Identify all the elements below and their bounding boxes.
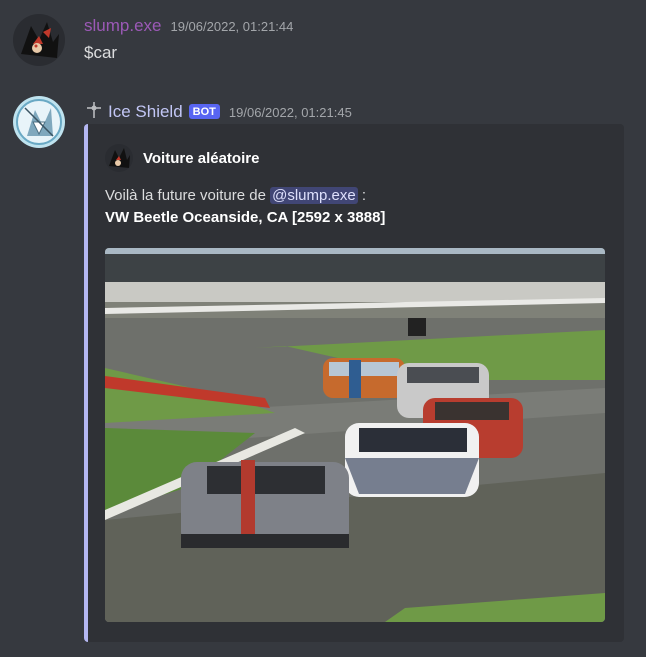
embed-desc-prefix: Voilà la future voiture de <box>105 187 271 204</box>
timestamp: 19/06/2022, 01:21:45 <box>228 105 352 120</box>
bot-avatar[interactable] <box>13 96 65 148</box>
embed-image[interactable] <box>105 248 605 622</box>
car-title: VW Beetle Oceanside, CA [2592 x 3888] <box>105 209 386 226</box>
username[interactable]: Ice Shield <box>108 102 183 122</box>
message-header: slump.exe 19/06/2022, 01:21:44 <box>84 16 293 36</box>
message-header: Ice Shield BOT 19/06/2022, 01:21:45 <box>84 97 352 122</box>
user-avatar[interactable] <box>13 14 65 66</box>
moderator-icon <box>84 100 104 120</box>
embed-author-name: Voiture aléatoire <box>143 149 260 167</box>
timestamp: 19/06/2022, 01:21:44 <box>170 19 294 34</box>
embed-author: Voiture aléatoire <box>105 144 259 172</box>
username[interactable]: slump.exe <box>84 16 161 36</box>
embed-author-avatar <box>105 144 133 172</box>
embed-description: Voilà la future voiture de @slump.exe : … <box>105 185 385 229</box>
embed-desc-suffix: : <box>357 187 367 204</box>
bot-badge: BOT <box>188 104 220 119</box>
embed: Voiture aléatoire Voilà la future voitur… <box>84 124 624 642</box>
message-text: $car <box>84 43 118 62</box>
user-mention[interactable]: @slump.exe <box>270 187 358 204</box>
